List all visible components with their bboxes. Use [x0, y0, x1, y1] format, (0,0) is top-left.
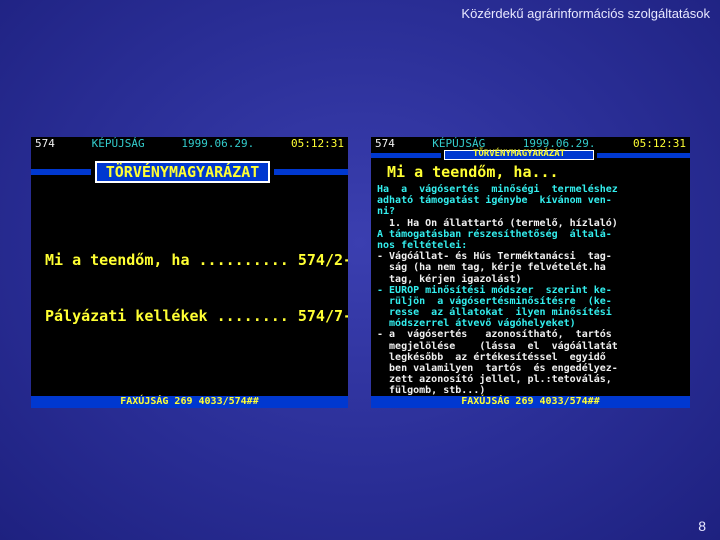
body-line: zett azonosító jellel, pl.:tetoválás, [377, 374, 612, 386]
title-row: TÖRVÉNYMAGYARÁZAT [371, 150, 690, 160]
page-number: 8 [698, 518, 706, 534]
body-line: ni? [377, 206, 396, 218]
body-line: módszerrel átvevő vágóhelyeket) [377, 318, 576, 330]
body-line: A támogatásban részesíthetőség általá- [377, 228, 612, 240]
header-date: 1999.06.29. [181, 137, 255, 150]
body-line: fülgomb, stb...) [377, 385, 486, 397]
teletext-screen-right: 574 KÉPÚJSÁG 1999.06.29. 05:12:31 TÖRVÉN… [371, 137, 690, 408]
header-time: 05:12:31 [291, 137, 344, 150]
teletext-footer: FAXÚJSÁG 269 4033/574## [31, 396, 348, 408]
slide-title: Közérdekű agrárinformációs szolgáltatáso… [461, 6, 710, 21]
body-line: nos feltételei: [377, 239, 468, 251]
header-time: 05:12:31 [632, 137, 686, 150]
body-line: - EUROP minősítési módszer szerint ke- [377, 284, 612, 296]
body-line: legkésőbb az értékesítéssel egyidő [377, 351, 606, 363]
teletext-header: 574 KÉPÚJSÁG 1999.06.29. 05:12:31 [31, 137, 348, 150]
page-title: TÖRVÉNYMAGYARÁZAT [95, 161, 270, 183]
body-line: ság (ha nem tag, kérje felvételét.ha [377, 262, 606, 274]
menu-entry-palyazati[interactable]: Pályázati kellékek ........ 574/7-13 [45, 307, 348, 325]
body-line: ben valamilyen tartós és engedélyez- [377, 363, 618, 374]
page-title: TÖRVÉNYMAGYARÁZAT [444, 150, 594, 160]
teletext-footer: FAXÚJSÁG 269 4033/574## [371, 396, 690, 408]
title-bar-left [31, 169, 91, 175]
body-line: Ha a vágósertés minőségi termeléshez [377, 184, 618, 195]
body-line: - a vágósertés azonosítható, tartós [377, 329, 612, 341]
page-heading: Mi a teendőm, ha... [387, 163, 559, 181]
teletext-body: Ha a vágósertés minőségi termeléshez adha… [377, 184, 687, 397]
body-line: resse az állatokat ilyen minősítési [377, 307, 612, 319]
header-page: 574 [375, 137, 395, 150]
title-bar-right [274, 169, 348, 175]
header-page: 574 [35, 137, 55, 150]
menu-entry-teendom[interactable]: Mi a teendőm, ha .......... 574/2-6 [45, 251, 348, 269]
title-bar-left [371, 152, 441, 158]
title-bar-right [597, 152, 690, 158]
teletext-screen-left: 574 KÉPÚJSÁG 1999.06.29. 05:12:31 TÖRVÉN… [31, 137, 348, 408]
body-line: megjelölése (lássa el vágóállatát [377, 340, 618, 352]
body-line: adható támogatást igénybe kívánom ven- [377, 195, 612, 207]
body-line: rüljön a vágósertésminősítésre (ke- [377, 295, 612, 307]
body-line: - Vágóállat- és Hús Terméktanácsi tag- [377, 251, 612, 263]
title-row: TÖRVÉNYMAGYARÁZAT [31, 161, 348, 183]
header-name: KÉPÚJSÁG [91, 137, 145, 150]
body-line: 1. Ha Ön állattartó (termelő, hízlaló) [377, 217, 618, 229]
body-line: tag, kérjen igazolást) [377, 273, 522, 285]
